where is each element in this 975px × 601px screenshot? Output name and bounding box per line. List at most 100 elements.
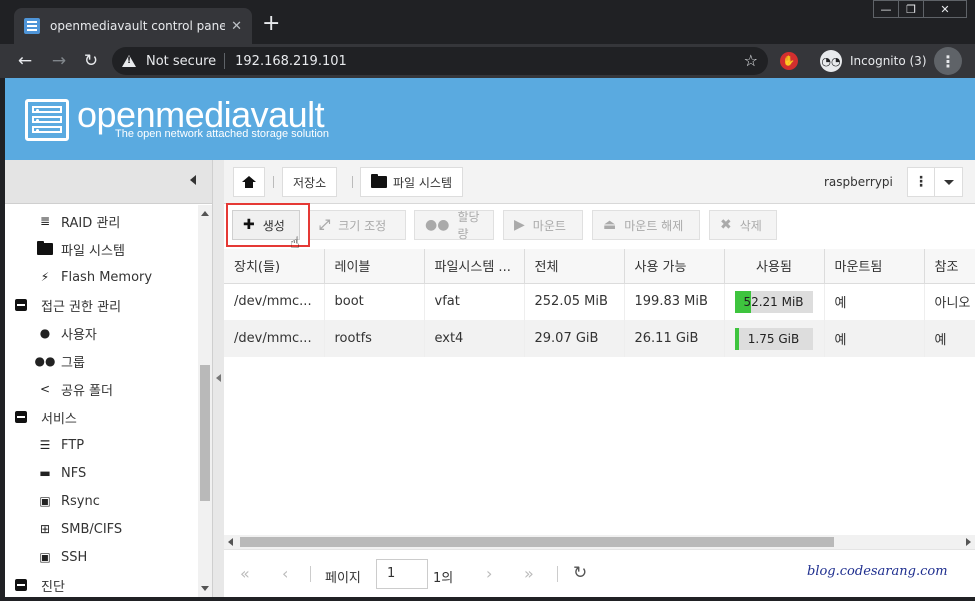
browser-menu-icon[interactable]: ⋮	[934, 47, 962, 75]
plus-icon: ✚	[243, 217, 255, 233]
last-page-icon[interactable]: »	[524, 564, 534, 583]
unmount-label: 마운트 해제	[624, 218, 684, 233]
column-header-total[interactable]: 전체	[524, 249, 625, 284]
omnibox-divider	[224, 53, 226, 69]
pager-divider	[310, 566, 311, 582]
nav-item-flash-memory[interactable]: ⚡ Flash Memory	[37, 263, 152, 291]
resize-button[interactable]: ⤢ 크기 조정	[308, 210, 406, 240]
nav-item-label: FTP	[61, 437, 85, 453]
nav-item-filesystems[interactable]: 파일 시스템	[37, 235, 125, 263]
column-header-mounted[interactable]: 마운트됨	[824, 249, 925, 284]
minus-square-icon	[15, 299, 27, 311]
back-arrow-icon[interactable]: ←	[12, 48, 38, 74]
nav-item-label: 공유 폴더	[61, 383, 113, 399]
refresh-icon[interactable]: ↻	[573, 563, 587, 583]
column-header-referenced[interactable]: 참조	[924, 249, 975, 284]
nav-scrollbar[interactable]	[198, 205, 212, 597]
scroll-right-icon[interactable]	[966, 538, 971, 546]
play-icon: ▶	[514, 217, 525, 233]
windows-icon: ⊞	[39, 522, 51, 536]
breadcrumb-storage[interactable]: 저장소	[282, 167, 338, 197]
unmount-button[interactable]: ⏏ 마운트 해제	[592, 210, 700, 240]
users-icon: ●●	[34, 354, 56, 368]
column-header-filesystem[interactable]: 파일시스템 ...	[424, 249, 525, 284]
nav-item-shared-folders[interactable]: < 공유 폴더	[37, 375, 113, 403]
nav-item-nfs[interactable]: ▬ NFS	[37, 459, 86, 487]
column-header-device[interactable]: 장치(들)	[224, 249, 325, 284]
new-tab-button[interactable]: +	[262, 13, 280, 35]
close-window-button[interactable]: ✕	[923, 0, 967, 18]
watermark-text: blog.codesarang.com	[807, 564, 948, 579]
next-page-icon[interactable]: ›	[486, 564, 492, 583]
page-number-input[interactable]: 1	[376, 559, 428, 589]
omv-favicon-icon	[24, 18, 40, 34]
omv-subtitle: The open network attached storage soluti…	[115, 128, 330, 140]
nav-item-rsync[interactable]: ▣ Rsync	[37, 487, 100, 515]
nav-group-access[interactable]: 접근 권한 관리	[15, 291, 121, 319]
bookmark-star-icon[interactable]: ☆	[744, 51, 758, 70]
panel-splitter[interactable]	[212, 160, 224, 597]
chevron-down-icon[interactable]	[935, 168, 962, 196]
column-header-used[interactable]: 사용됨	[724, 249, 825, 284]
delete-button[interactable]: ✖ 삭제	[709, 210, 777, 240]
reload-icon[interactable]: ↻	[78, 48, 104, 74]
cell-referenced: 아니오	[924, 283, 975, 320]
tab-close-icon[interactable]: ✕	[231, 19, 242, 34]
cell-used: 1.75 GiB	[724, 320, 825, 357]
nav-item-ssh[interactable]: ▣ SSH	[37, 543, 87, 571]
scroll-left-icon[interactable]	[228, 538, 233, 546]
nav-item-groups[interactable]: ●● 그룹	[34, 347, 85, 375]
nav-scroll-thumb[interactable]	[200, 365, 210, 501]
nav-item-label: 파일 시스템	[61, 243, 125, 259]
quota-label: 할당량	[457, 210, 480, 241]
usage-bar-label: 52.21 MiB	[743, 294, 804, 309]
cell-device: /dev/mmc...	[224, 320, 325, 357]
nav-item-users[interactable]: ● 사용자	[37, 319, 97, 347]
scroll-down-icon[interactable]	[201, 586, 209, 591]
nav-item-label: 진단	[41, 579, 65, 595]
cell-mounted: 예	[824, 283, 925, 320]
home-button[interactable]	[233, 167, 265, 197]
scroll-up-icon[interactable]	[201, 211, 209, 216]
incognito-icon: ◔◔	[820, 50, 842, 72]
column-header-label[interactable]: 레이블	[324, 249, 425, 284]
incognito-indicator[interactable]: ◔◔ Incognito (3)	[820, 48, 927, 74]
browser-tab[interactable]: openmediavault control panel - r ✕	[14, 8, 252, 44]
table-row[interactable]: /dev/mmc... rootfs ext4 29.07 GiB 26.11 …	[224, 320, 975, 357]
breadcrumb-filesystems[interactable]: 파일 시스템	[360, 167, 464, 197]
nav-item-raid[interactable]: ≣ RAID 관리	[37, 207, 120, 235]
splitter-arrow-icon[interactable]	[216, 374, 221, 382]
resize-label: 크기 조정	[338, 218, 387, 233]
omv-logo-icon	[25, 99, 69, 141]
mount-button[interactable]: ▶ 마운트	[503, 210, 583, 240]
nav-group-diagnostics[interactable]: 진단	[15, 571, 65, 597]
prev-page-icon[interactable]: ‹	[282, 564, 288, 583]
cell-label: boot	[324, 283, 425, 320]
forward-arrow-icon[interactable]: →	[46, 48, 72, 74]
kebab-icon[interactable]: ⋮	[908, 168, 935, 196]
address-bar[interactable]: Not secure 192.168.219.101 ☆	[112, 47, 768, 75]
quota-button[interactable]: ●● 할당량	[414, 210, 494, 241]
cell-mounted: 예	[824, 320, 925, 357]
server-icon: ☰	[39, 438, 51, 452]
warning-icon	[122, 55, 136, 67]
page-label: 페이지	[325, 571, 361, 586]
grid-scroll-thumb[interactable]	[240, 537, 834, 547]
minimize-button[interactable]: —	[873, 0, 899, 18]
extension-stop-icon[interactable]: ✋	[780, 52, 798, 70]
maximize-button[interactable]: ❐	[898, 0, 924, 18]
window-frame-bottom	[0, 597, 975, 601]
first-page-icon[interactable]: «	[240, 564, 250, 583]
pager-divider	[557, 566, 558, 582]
system-menu-button[interactable]: ⋮	[907, 167, 963, 197]
nav-item-ftp[interactable]: ☰ FTP	[37, 431, 84, 459]
collapse-nav-icon[interactable]	[190, 175, 196, 185]
nav-group-services[interactable]: 서비스	[15, 403, 77, 431]
nav-item-smb[interactable]: ⊞ SMB/CIFS	[37, 515, 122, 543]
column-header-available[interactable]: 사용 가능	[624, 249, 725, 284]
nav-item-label: 사용자	[61, 327, 97, 343]
grid-horizontal-scrollbar[interactable]	[224, 535, 975, 549]
home-icon	[242, 176, 256, 188]
table-row[interactable]: /dev/mmc... boot vfat 252.05 MiB 199.83 …	[224, 283, 975, 320]
cell-device: /dev/mmc...	[224, 283, 325, 320]
